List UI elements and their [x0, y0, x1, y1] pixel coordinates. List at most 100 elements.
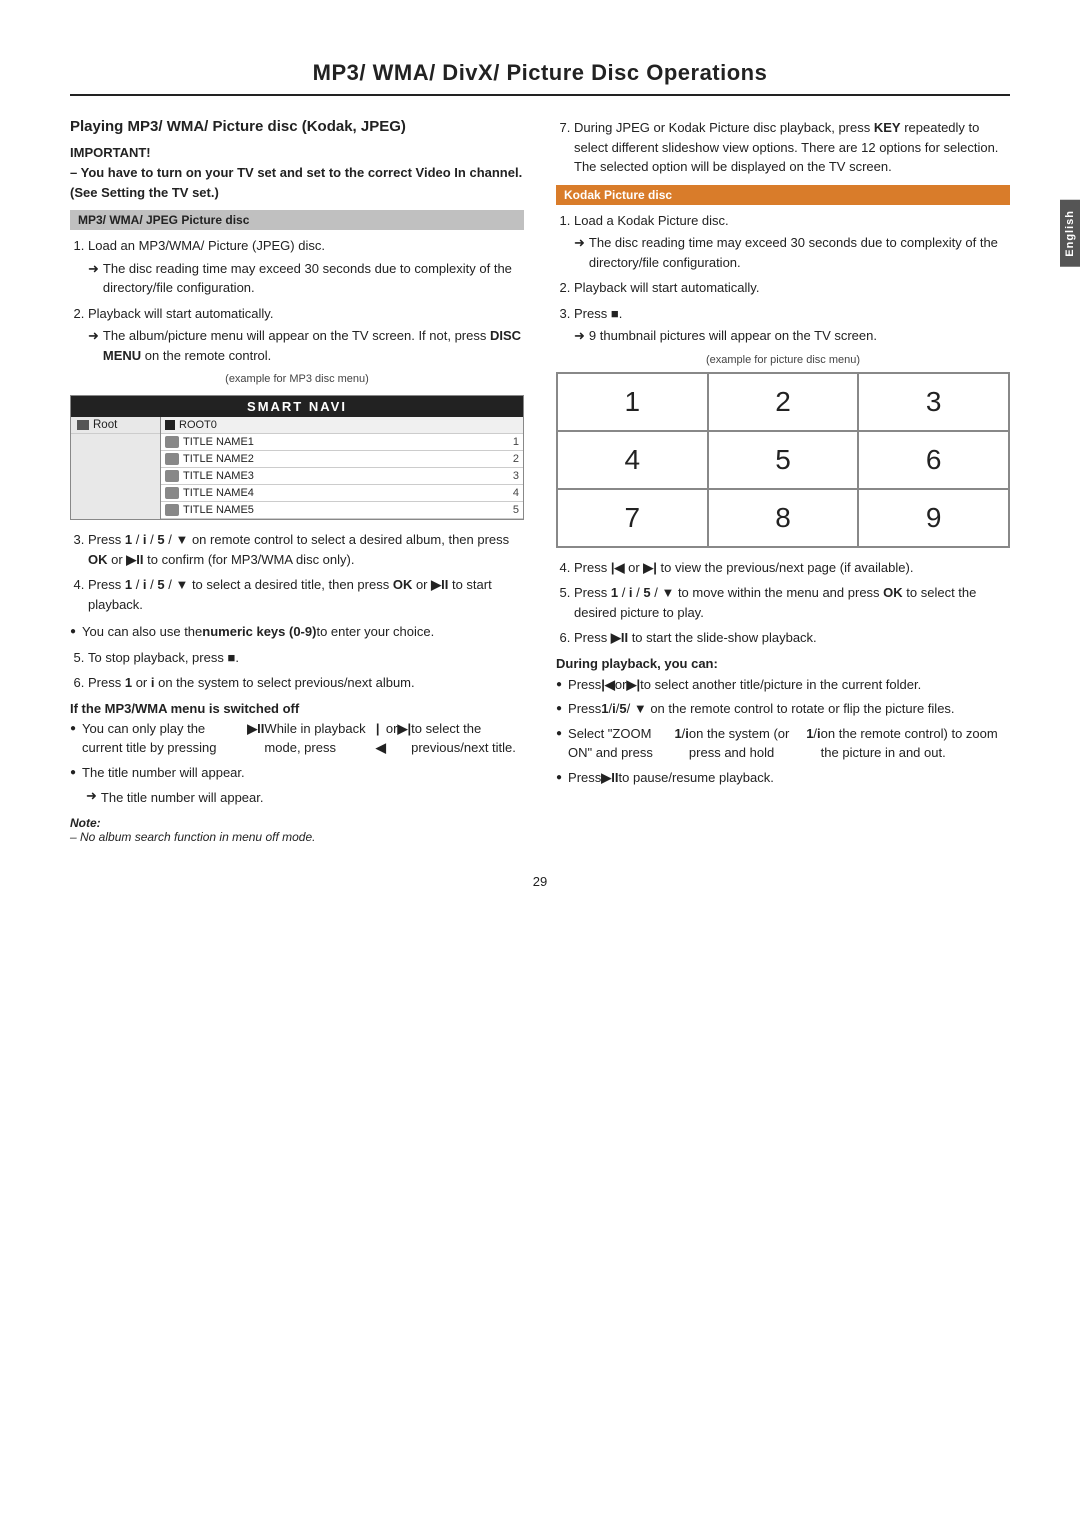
step-1-arrow-note: ➜ The disc reading time may exceed 30 se…	[88, 259, 524, 298]
during-playback-bullet-2: Press 1 / i / 5 / ▼ on the remote contro…	[556, 699, 1010, 719]
kodak-steps-list: Load a Kodak Picture disc. ➜ The disc re…	[556, 211, 1010, 346]
switched-off-bullets: You can only play the current title by p…	[70, 719, 524, 783]
title-icon-2	[165, 453, 179, 465]
smart-navi-title: SMART NAVI	[71, 396, 523, 417]
picture-disc-grid-container: 1 2 3 4 5 6 7 8 9	[556, 372, 1010, 548]
step-4: Press 1 / i / 5 / ▼ to select a desired …	[88, 575, 524, 614]
title-num-2: 2	[505, 453, 519, 465]
left-column: Playing MP3/ WMA/ Picture disc (Kodak, J…	[70, 118, 524, 844]
smart-navi-wrapper: (example for MP3 disc menu) SMART NAVI R…	[70, 373, 524, 520]
smart-navi-row-3: TITLE NAME3 3	[161, 468, 523, 485]
during-playback-bullet-1: Press |◀ or ▶| to select another title/p…	[556, 675, 1010, 695]
grid-cell-1: 1	[557, 373, 708, 431]
numeric-keys-bullets: You can also use the numeric keys (0-9) …	[70, 622, 524, 642]
step-2-note: The album/picture menu will appear on th…	[103, 326, 524, 365]
title-name-2: TITLE NAME2	[183, 453, 505, 465]
step-7: During JPEG or Kodak Picture disc playba…	[574, 118, 1010, 177]
title-name-3: TITLE NAME3	[183, 470, 505, 482]
title-icon-4	[165, 487, 179, 499]
note-label: Note:	[70, 816, 101, 830]
title-num-3: 3	[505, 470, 519, 482]
step-6: Press 1 or i on the system to select pre…	[88, 673, 524, 693]
smart-navi-root-row: ROOT 0	[161, 417, 523, 434]
title-name-5: TITLE NAME5	[183, 504, 505, 516]
title-num-4: 4	[505, 487, 519, 499]
page-title: MP3/ WMA/ DivX/ Picture Disc Operations	[70, 60, 1010, 96]
during-playback-title: During playback, you can:	[556, 656, 1010, 671]
kodak-step-1-note-text: The disc reading time may exceed 30 seco…	[589, 233, 1010, 272]
mp3-steps-list-3: To stop playback, press ■. Press 1 or i …	[70, 648, 524, 693]
grid-cell-7: 7	[557, 489, 708, 547]
root-row-num: 0	[211, 419, 217, 431]
right-column: During JPEG or Kodak Picture disc playba…	[556, 118, 1010, 844]
note-content: – No album search function in menu off m…	[70, 830, 315, 844]
smart-navi-body: Root ROOT 0 TITLE NAME1	[71, 417, 523, 519]
title-num-1: 1	[505, 436, 519, 448]
title-name-4: TITLE NAME4	[183, 487, 505, 499]
important-text: – You have to turn on your TV set and se…	[70, 163, 524, 202]
folder-icon	[77, 420, 89, 430]
step-2-text: Playback will start automatically.	[88, 306, 273, 321]
switched-off-title: If the MP3/WMA menu is switched off	[70, 701, 524, 716]
title-name-1: TITLE NAME1	[183, 436, 505, 448]
during-playback-bullets: Press |◀ or ▶| to select another title/p…	[556, 675, 1010, 788]
smart-navi-row-1: TITLE NAME1 1	[161, 434, 523, 451]
kodak-step-5: Press 1 / i / 5 / ▼ to move within the m…	[574, 583, 1010, 622]
smart-navi-row-4: TITLE NAME4 4	[161, 485, 523, 502]
grid-cell-8: 8	[708, 489, 859, 547]
kodak-steps-list-2: Press |◀ or ▶| to view the previous/next…	[556, 558, 1010, 648]
title-num-5: 5	[505, 504, 519, 516]
kodak-step-6: Press ▶II to start the slide-show playba…	[574, 628, 1010, 648]
picture-disc-grid: 1 2 3 4 5 6 7 8 9	[557, 373, 1009, 547]
arrow-icon: ➜	[88, 259, 99, 279]
switched-off-bullet-1: You can only play the current title by p…	[70, 719, 524, 758]
note-section: Note: – No album search function in menu…	[70, 816, 524, 844]
smart-navi-root-label: Root	[93, 419, 117, 431]
during-playback-bullet-3: Select "ZOOM ON" and press 1 / i on the …	[556, 724, 1010, 763]
title-icon-3	[165, 470, 179, 482]
picture-disc-grid-wrapper: (example for picture disc menu) 1 2 3 4 …	[556, 354, 1010, 548]
arrow-icon-5: ➜	[574, 326, 585, 346]
kodak-step-4: Press |◀ or ▶| to view the previous/next…	[574, 558, 1010, 578]
arrow-icon-4: ➜	[574, 233, 585, 253]
grid-cell-5: 5	[708, 431, 859, 489]
root-row-name: ROOT	[179, 419, 211, 431]
title-icon-1	[165, 436, 179, 448]
step-3: Press 1 / i / 5 / ▼ on remote control to…	[88, 530, 524, 569]
important-label: IMPORTANT!	[70, 145, 524, 160]
kodak-step-3: Press ■. ➜ 9 thumbnail pictures will app…	[574, 304, 1010, 346]
mp3-steps-list-2: Press 1 / i / 5 / ▼ on remote control to…	[70, 530, 524, 614]
kodak-subsection-box: Kodak Picture disc	[556, 185, 1010, 205]
arrow-icon-2: ➜	[88, 326, 99, 346]
kodak-step-1-note: ➜ The disc reading time may exceed 30 se…	[574, 233, 1010, 272]
grid-cell-2: 2	[708, 373, 859, 431]
switched-off-bullet-2: The title number will appear.	[70, 763, 524, 783]
smart-navi-row-5: TITLE NAME5 5	[161, 502, 523, 519]
mp3-subsection-box: MP3/ WMA/ JPEG Picture disc	[70, 210, 524, 230]
grid-cell-3: 3	[858, 373, 1009, 431]
step-1: Load an MP3/WMA/ Picture (JPEG) disc. ➜ …	[88, 236, 524, 298]
root-icon	[165, 420, 175, 430]
numeric-keys-bullet: You can also use the numeric keys (0-9) …	[70, 622, 524, 642]
kodak-step-3-note-text: 9 thumbnail pictures will appear on the …	[589, 326, 877, 346]
mp3-steps-list: Load an MP3/WMA/ Picture (JPEG) disc. ➜ …	[70, 236, 524, 365]
smart-navi-caption: (example for MP3 disc menu)	[70, 373, 524, 385]
smart-navi-row-2: TITLE NAME2 2	[161, 451, 523, 468]
title-number-arrow-note: ➜ The title number will appear.	[86, 788, 524, 808]
arrow-icon-3: ➜	[86, 788, 97, 804]
smart-navi-right-panel: ROOT 0 TITLE NAME1 1 TITLE NAME2	[161, 417, 523, 519]
step-1-note: The disc reading time may exceed 30 seco…	[103, 259, 524, 298]
kodak-step-3-note: ➜ 9 thumbnail pictures will appear on th…	[574, 326, 1010, 346]
grid-cell-4: 4	[557, 431, 708, 489]
smart-navi-box: SMART NAVI Root ROOT 0	[70, 395, 524, 520]
language-tab: English	[1060, 200, 1080, 267]
kodak-step-2: Playback will start automatically.	[574, 278, 1010, 298]
step-2: Playback will start automatically. ➜ The…	[88, 304, 524, 366]
during-playback-bullet-4: Press ▶II to pause/resume playback.	[556, 768, 1010, 788]
title-icon-5	[165, 504, 179, 516]
page-number: 29	[70, 874, 1010, 889]
grid-cell-6: 6	[858, 431, 1009, 489]
picture-disc-caption: (example for picture disc menu)	[556, 354, 1010, 366]
section-title: Playing MP3/ WMA/ Picture disc (Kodak, J…	[70, 118, 524, 135]
smart-navi-left-panel: Root	[71, 417, 161, 519]
